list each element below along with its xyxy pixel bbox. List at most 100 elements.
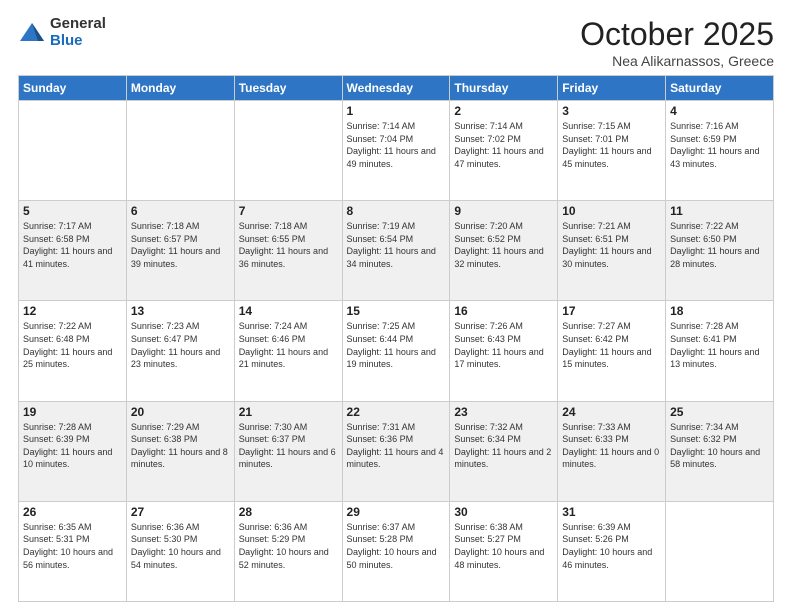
calendar-cell: 13 Sunrise: 7:23 AMSunset: 6:47 PMDayligh… [126,301,234,401]
day-number: 9 [454,204,553,218]
day-info: Sunrise: 7:19 AMSunset: 6:54 PMDaylight:… [347,220,446,270]
day-number: 30 [454,505,553,519]
day-info: Sunrise: 6:36 AMSunset: 5:30 PMDaylight:… [131,521,230,571]
day-number: 26 [23,505,122,519]
day-info: Sunrise: 7:18 AMSunset: 6:57 PMDaylight:… [131,220,230,270]
day-number: 6 [131,204,230,218]
day-info: Sunrise: 7:21 AMSunset: 6:51 PMDaylight:… [562,220,661,270]
day-info: Sunrise: 7:34 AMSunset: 6:32 PMDaylight:… [670,421,769,471]
calendar-cell: 22 Sunrise: 7:31 AMSunset: 6:36 PMDayligh… [342,401,450,501]
day-number: 31 [562,505,661,519]
day-number: 13 [131,304,230,318]
day-info: Sunrise: 6:37 AMSunset: 5:28 PMDaylight:… [347,521,446,571]
location: Nea Alikarnassos, Greece [580,53,774,69]
calendar-cell: 14Sunrise: 7:24 AMSunset: 6:46 PMDayligh… [234,301,342,401]
day-info: Sunrise: 7:28 AMSunset: 6:39 PMDaylight:… [23,421,122,471]
day-number: 22 [347,405,446,419]
calendar-cell: 20Sunrise: 7:29 AMSunset: 6:38 PMDayligh… [126,401,234,501]
header-thursday: Thursday [450,76,558,101]
calendar-cell: 3 Sunrise: 7:15 AMSunset: 7:01 PMDaylight… [558,101,666,201]
logo-text: General Blue [50,16,106,49]
calendar-cell: 7 Sunrise: 7:18 AMSunset: 6:55 PMDaylight… [234,201,342,301]
logo-general-text: General [50,16,106,33]
day-number: 25 [670,405,769,419]
logo-icon [18,19,46,47]
day-info: Sunrise: 7:22 AMSunset: 6:50 PMDaylight:… [670,220,769,270]
day-info: Sunrise: 7:23 AMSunset: 6:47 PMDaylight:… [131,320,230,370]
day-number: 7 [239,204,338,218]
day-info: Sunrise: 6:38 AMSunset: 5:27 PMDaylight:… [454,521,553,571]
day-info: Sunrise: 7:30 AMSunset: 6:37 PMDaylight:… [239,421,338,471]
top-section: General Blue October 2025 Nea Alikarnass… [18,16,774,69]
header-monday: Monday [126,76,234,101]
calendar-cell: 12 Sunrise: 7:22 AMSunset: 6:48 PMDayligh… [19,301,127,401]
day-number: 24 [562,405,661,419]
calendar-cell: 17 Sunrise: 7:27 AMSunset: 6:42 PMDayligh… [558,301,666,401]
day-number: 23 [454,405,553,419]
day-number: 17 [562,304,661,318]
day-number: 10 [562,204,661,218]
day-info: Sunrise: 7:20 AMSunset: 6:52 PMDaylight:… [454,220,553,270]
day-number: 8 [347,204,446,218]
calendar-cell: 26Sunrise: 6:35 AMSunset: 5:31 PMDayligh… [19,501,127,601]
calendar-cell: 27 Sunrise: 6:36 AMSunset: 5:30 PMDayligh… [126,501,234,601]
calendar-week-row: 19 Sunrise: 7:28 AMSunset: 6:39 PMDayligh… [19,401,774,501]
header-right: October 2025 Nea Alikarnassos, Greece [580,16,774,69]
day-number: 27 [131,505,230,519]
calendar-cell [234,101,342,201]
calendar-cell: 15 Sunrise: 7:25 AMSunset: 6:44 PMDayligh… [342,301,450,401]
day-info: Sunrise: 7:32 AMSunset: 6:34 PMDaylight:… [454,421,553,471]
day-number: 29 [347,505,446,519]
calendar-cell: 9 Sunrise: 7:20 AMSunset: 6:52 PMDaylight… [450,201,558,301]
calendar-cell: 8 Sunrise: 7:19 AMSunset: 6:54 PMDaylight… [342,201,450,301]
calendar-cell: 6 Sunrise: 7:18 AMSunset: 6:57 PMDaylight… [126,201,234,301]
day-info: Sunrise: 7:22 AMSunset: 6:48 PMDaylight:… [23,320,122,370]
day-number: 18 [670,304,769,318]
day-number: 14 [239,304,338,318]
day-number: 16 [454,304,553,318]
day-info: Sunrise: 7:15 AMSunset: 7:01 PMDaylight:… [562,120,661,170]
calendar-cell: 31Sunrise: 6:39 AMSunset: 5:26 PMDayligh… [558,501,666,601]
logo: General Blue [18,16,106,49]
day-info: Sunrise: 6:36 AMSunset: 5:29 PMDaylight:… [239,521,338,571]
calendar-header: Sunday Monday Tuesday Wednesday Thursday… [19,76,774,101]
header-tuesday: Tuesday [234,76,342,101]
calendar-cell [666,501,774,601]
calendar-cell: 16 Sunrise: 7:26 AMSunset: 6:43 PMDayligh… [450,301,558,401]
calendar-cell: 1Sunrise: 7:14 AMSunset: 7:04 PMDaylight… [342,101,450,201]
weekday-header-row: Sunday Monday Tuesday Wednesday Thursday… [19,76,774,101]
calendar-cell: 10 Sunrise: 7:21 AMSunset: 6:51 PMDayligh… [558,201,666,301]
calendar-cell: 21Sunrise: 7:30 AMSunset: 6:37 PMDayligh… [234,401,342,501]
calendar-body: 1Sunrise: 7:14 AMSunset: 7:04 PMDaylight… [19,101,774,602]
page: General Blue October 2025 Nea Alikarnass… [0,0,792,612]
month-title: October 2025 [580,16,774,53]
header-sunday: Sunday [19,76,127,101]
calendar-cell: 24Sunrise: 7:33 AMSunset: 6:33 PMDayligh… [558,401,666,501]
calendar-cell [126,101,234,201]
header-saturday: Saturday [666,76,774,101]
day-number: 5 [23,204,122,218]
day-info: Sunrise: 7:26 AMSunset: 6:43 PMDaylight:… [454,320,553,370]
day-info: Sunrise: 7:25 AMSunset: 6:44 PMDaylight:… [347,320,446,370]
day-info: Sunrise: 7:18 AMSunset: 6:55 PMDaylight:… [239,220,338,270]
day-number: 3 [562,104,661,118]
day-number: 19 [23,405,122,419]
calendar-cell: 30 Sunrise: 6:38 AMSunset: 5:27 PMDayligh… [450,501,558,601]
day-info: Sunrise: 7:29 AMSunset: 6:38 PMDaylight:… [131,421,230,471]
calendar-cell: 11Sunrise: 7:22 AMSunset: 6:50 PMDayligh… [666,201,774,301]
calendar-cell: 23 Sunrise: 7:32 AMSunset: 6:34 PMDayligh… [450,401,558,501]
calendar-table: Sunday Monday Tuesday Wednesday Thursday… [18,75,774,602]
logo-blue-text: Blue [50,33,106,50]
calendar-cell: 25 Sunrise: 7:34 AMSunset: 6:32 PMDayligh… [666,401,774,501]
day-number: 12 [23,304,122,318]
day-info: Sunrise: 7:14 AMSunset: 7:02 PMDaylight:… [454,120,553,170]
day-info: Sunrise: 7:28 AMSunset: 6:41 PMDaylight:… [670,320,769,370]
day-number: 15 [347,304,446,318]
day-number: 1 [347,104,446,118]
day-info: Sunrise: 7:17 AMSunset: 6:58 PMDaylight:… [23,220,122,270]
day-info: Sunrise: 7:27 AMSunset: 6:42 PMDaylight:… [562,320,661,370]
calendar-cell: 28 Sunrise: 6:36 AMSunset: 5:29 PMDayligh… [234,501,342,601]
day-number: 28 [239,505,338,519]
calendar-week-row: 1Sunrise: 7:14 AMSunset: 7:04 PMDaylight… [19,101,774,201]
day-info: Sunrise: 7:31 AMSunset: 6:36 PMDaylight:… [347,421,446,471]
